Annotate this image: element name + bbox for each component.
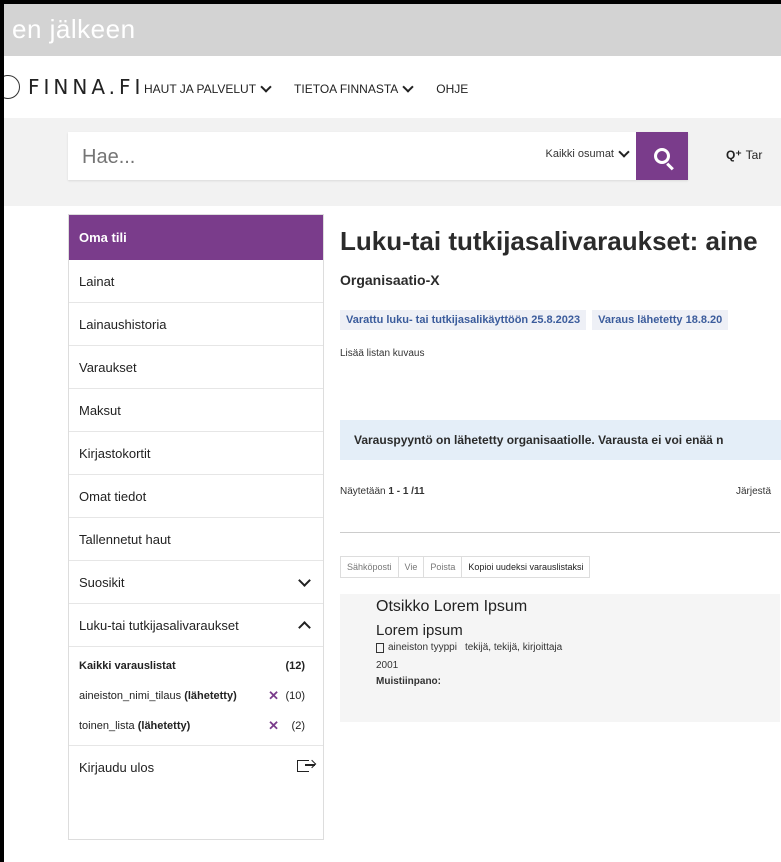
- sidebar-item-label: Varaukset: [79, 359, 137, 375]
- logo-text: FINNA.FI: [28, 75, 145, 99]
- organisation-name: Organisaatio-X: [340, 272, 440, 288]
- nav-label: TIETOA FINNASTA: [294, 82, 399, 96]
- chevron-down-icon: [402, 81, 414, 93]
- record-format: aineiston tyyppi: [388, 642, 457, 653]
- search-button[interactable]: [636, 132, 688, 180]
- reservation-list-all[interactable]: Kaikki varauslistat (12): [79, 651, 313, 681]
- record-authors: tekijä, tekijä, kirjoittaja: [464, 642, 563, 653]
- page-title: Luku-tai tutkijasalivaraukset: aine: [340, 226, 758, 256]
- nav-label: OHJE: [436, 82, 469, 96]
- list-status: (lähetetty): [137, 720, 191, 732]
- search-scope-label: Kaikki osumat: [545, 148, 614, 160]
- sidebar-item-maksut[interactable]: Maksut: [69, 389, 323, 432]
- sidebar-item-label: Maksut: [79, 402, 121, 418]
- sidebar-item-label: Suosikit: [79, 574, 125, 590]
- record-meta: aineiston tyyppi tekijä, tekijä, kirjoit…: [376, 642, 562, 653]
- search-icon: [654, 148, 670, 164]
- record-note-label: Muistiinpano:: [376, 676, 441, 687]
- list-count: (10): [285, 690, 305, 702]
- sidebar-item-tutkijasalivaraukset[interactable]: Luku-tai tutkijasalivaraukset: [69, 604, 323, 647]
- account-sidebar: Oma tili Lainat Lainaushistoria Varaukse…: [68, 214, 324, 840]
- logout-icon: [297, 760, 309, 772]
- info-message: Varauspyyntö on lähetetty organisaatioll…: [340, 420, 781, 460]
- search-input[interactable]: [80, 142, 514, 172]
- sidebar-header[interactable]: Oma tili: [69, 215, 323, 260]
- remove-icon[interactable]: ✕: [268, 718, 279, 734]
- window-title: en jälkeen: [12, 14, 136, 44]
- results-range: 1 - 1 /11: [388, 486, 425, 497]
- logo-icon: [4, 75, 20, 99]
- list-description[interactable]: Lisää listan kuvaus: [340, 348, 425, 359]
- sidebar-item-label: Tallennetut haut: [79, 531, 171, 547]
- document-icon: [376, 642, 384, 653]
- sidebar-item-lainat[interactable]: Lainat: [69, 260, 323, 303]
- nav-item-ohje[interactable]: OHJE: [436, 82, 468, 96]
- top-navigation: FINNA.FI HAUT JA PALVELUT TIETOA FINNAST…: [4, 56, 781, 118]
- sidebar-item-tallennetut-haut[interactable]: Tallennetut haut: [69, 518, 323, 561]
- export-button[interactable]: Vie: [397, 556, 425, 578]
- chevron-down-icon: [298, 574, 311, 587]
- chevron-up-icon: [298, 621, 311, 634]
- sidebar-item-varaukset[interactable]: Varaukset: [69, 346, 323, 389]
- nav-label: HAUT JA PALVELUT: [144, 82, 257, 96]
- sidebar-item-kirjastokortit[interactable]: Kirjastokortit: [69, 432, 323, 475]
- delete-button[interactable]: Poista: [423, 556, 463, 578]
- sidebar-item-label: Kirjastokortit: [79, 445, 151, 461]
- list-status: (lähetetty): [184, 690, 237, 702]
- sidebar-item-suosikit[interactable]: Suosikit: [69, 561, 323, 604]
- reservation-list-item[interactable]: toinen_lista (lähetetty) ✕ (2): [79, 711, 313, 741]
- status-badge: Varattu luku- tai tutkijasalikäyttöön 25…: [340, 310, 587, 330]
- list-count: (12): [285, 660, 305, 672]
- record-subtitle[interactable]: Lorem ipsum: [376, 622, 463, 639]
- chevron-down-icon: [618, 146, 630, 158]
- logout-button[interactable]: Kirjaudu ulos: [69, 746, 323, 788]
- advanced-search-icon: Q⁺: [726, 148, 742, 162]
- list-name: aineiston_nimi_tilaus: [79, 690, 182, 702]
- sidebar-item-omat-tiedot[interactable]: Omat tiedot: [69, 475, 323, 518]
- search-band: Kaikki osumat Q⁺Tar: [4, 118, 781, 206]
- title-bar: en jälkeen: [4, 4, 781, 56]
- status-badges: Varattu luku- tai tutkijasalikäyttöön 25…: [340, 310, 729, 330]
- browser-frame: en jälkeen FINNA.FI HAUT JA PALVELUT TIE…: [4, 4, 781, 862]
- remove-icon[interactable]: ✕: [268, 688, 279, 704]
- main-menu: HAUT JA PALVELUT TIETOA FINNASTA OHJE: [144, 81, 468, 96]
- sidebar-item-label: Lainat: [79, 273, 115, 289]
- sort-label[interactable]: Järjestä: [736, 486, 771, 497]
- sidebar-item-lainaushistoria[interactable]: Lainaushistoria: [69, 303, 323, 346]
- record-title[interactable]: Otsikko Lorem Ipsum: [376, 598, 527, 616]
- search-scope-select[interactable]: Kaikki osumat: [545, 146, 630, 160]
- record-item: Otsikko Lorem Ipsum Lorem ipsum aineisto…: [340, 594, 780, 722]
- results-count: Näytetään 1 - 1 /11: [340, 486, 425, 497]
- copy-list-button[interactable]: Kopioi uudeksi varauslistaksi: [461, 556, 591, 578]
- status-badge: Varaus lähetetty 18.8.20: [592, 310, 729, 330]
- logout-label: Kirjaudu ulos: [79, 759, 155, 775]
- divider: [340, 532, 780, 533]
- reservation-list-item[interactable]: aineiston_nimi_tilaus (lähetetty) ✕ (10): [79, 681, 313, 711]
- record-year: 2001: [376, 660, 399, 671]
- list-count: (2): [291, 720, 305, 732]
- nav-item-tietoa-finnasta[interactable]: TIETOA FINNASTA: [294, 81, 414, 96]
- results-prefix: Näytetään: [340, 486, 389, 497]
- advanced-search-label: Tar: [745, 148, 763, 162]
- advanced-search-link[interactable]: Q⁺ Tar: [726, 148, 762, 162]
- nav-item-haut-ja-palvelut[interactable]: HAUT JA PALVELUT: [144, 81, 272, 96]
- list-name: toinen_lista: [79, 720, 135, 732]
- sidebar-item-label: Lainaushistoria: [79, 316, 167, 332]
- sidebar-item-label: Luku-tai tutkijasalivaraukset: [79, 617, 239, 633]
- sidebar-item-label: Omat tiedot: [79, 488, 147, 504]
- main-content: Luku-tai tutkijasalivaraukset: aine Orga…: [340, 214, 781, 854]
- logout-arrow-icon: [305, 764, 315, 766]
- list-name: Kaikki varauslistat: [79, 660, 176, 672]
- finna-logo[interactable]: FINNA.FI: [4, 74, 144, 100]
- chevron-down-icon: [260, 81, 272, 93]
- search-box: Kaikki osumat: [68, 132, 688, 180]
- email-button[interactable]: Sähköposti: [340, 556, 399, 578]
- list-actions: Sähköposti Vie Poista Kopioi uudeksi var…: [340, 556, 591, 578]
- reservation-lists: Kaikki varauslistat (12) aineiston_nimi_…: [69, 647, 323, 746]
